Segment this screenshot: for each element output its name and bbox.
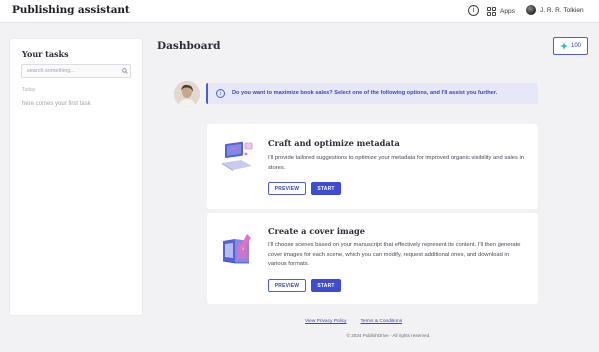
info-icon: i: [216, 89, 225, 98]
apps-button[interactable]: Apps: [487, 5, 515, 17]
empty-tasks-text: here comes your first task: [22, 101, 91, 107]
prompt-text: Do you want to maximize book sales? Sele…: [232, 90, 498, 96]
card-title: Craft and optimize metadata: [268, 138, 400, 148]
copyright-text: © 2024 PublishDrive - All rights reserve…: [346, 333, 431, 338]
info-icon[interactable]: i: [468, 5, 479, 16]
metadata-laptop-icon: [222, 141, 253, 171]
card-description: I'll provide tailored suggestions to opt…: [268, 155, 524, 171]
terms-link[interactable]: Terms & Conditions: [361, 319, 403, 324]
credits-value: 100: [570, 43, 581, 49]
metadata-card: Craft and optimize metadata I'll provide…: [207, 124, 538, 209]
card-actions: PREVIEW START: [268, 182, 341, 195]
apps-label: Apps: [500, 7, 515, 15]
assistant-prompt: i Do you want to maximize book sales? Se…: [206, 83, 538, 104]
sparkle-icon: [559, 42, 568, 50]
page-title: Dashboard: [157, 40, 221, 52]
tasks-sidebar: Your tasks Today here comes your first t…: [9, 38, 143, 316]
credits-button[interactable]: 100: [553, 37, 588, 55]
privacy-policy-link[interactable]: View Privacy Policy: [305, 319, 347, 324]
search-input[interactable]: [21, 64, 131, 78]
card-title: Create a cover image: [268, 226, 365, 236]
start-button[interactable]: START: [311, 182, 341, 195]
card-actions: PREVIEW START: [268, 279, 341, 292]
app-title: Publishing assistant: [12, 4, 130, 16]
user-menu[interactable]: J. R. R. Tolkien: [526, 5, 584, 15]
card-description: I'll choose scenes based on your manuscr…: [268, 242, 521, 267]
user-avatar: [526, 5, 536, 15]
cover-image-card: Create a cover image I'll choose scenes …: [207, 213, 538, 304]
footer-links: View Privacy Policy Terms & Conditions: [305, 319, 402, 324]
cover-book-icon: [222, 234, 251, 264]
search-icon: [122, 68, 128, 74]
user-name: J. R. R. Tolkien: [540, 6, 584, 14]
task-group-label: Today: [22, 87, 36, 93]
preview-button[interactable]: PREVIEW: [268, 279, 306, 292]
grid-icon: [487, 6, 496, 16]
assistant-avatar: [174, 81, 200, 107]
sidebar-title: Your tasks: [22, 49, 69, 59]
preview-button[interactable]: PREVIEW: [268, 182, 306, 195]
top-bar: Publishing assistant i Apps J. R. R. Tol…: [0, 0, 599, 23]
start-button[interactable]: START: [311, 279, 341, 292]
